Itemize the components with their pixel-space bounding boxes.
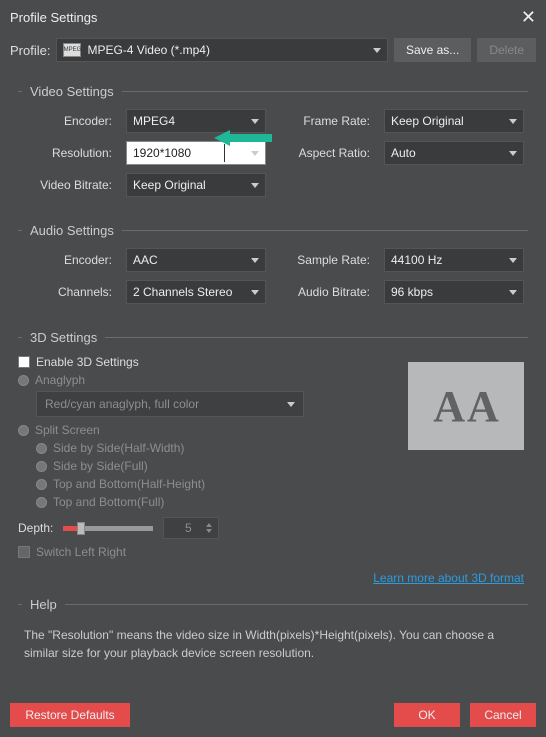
resolution-input[interactable]: 1920*1080 [126, 141, 266, 165]
chevron-down-icon [509, 151, 517, 156]
profile-select[interactable]: MPEG MPEG-4 Video (*.mp4) [56, 38, 387, 62]
audio-encoder-label: Encoder: [18, 253, 112, 267]
chevron-down-icon [251, 119, 259, 124]
depth-slider [63, 526, 153, 531]
chevron-down-icon [287, 402, 295, 407]
frame-rate-select[interactable]: Keep Original [384, 109, 524, 133]
sample-rate-select[interactable]: 44100 Hz [384, 248, 524, 272]
sbs-full-radio: Side by Side(Full) [36, 459, 528, 473]
chevron-down-icon [373, 48, 381, 53]
learn-more-link[interactable]: Learn more about 3D format [373, 571, 524, 585]
format-icon: MPEG [63, 43, 81, 57]
video-bitrate-label: Video Bitrate: [18, 178, 112, 192]
window-title: Profile Settings [10, 10, 97, 25]
resolution-label: Resolution: [18, 146, 112, 160]
cancel-button[interactable]: Cancel [470, 703, 536, 727]
chevron-down-icon [509, 290, 517, 295]
help-text: The "Resolution" means the video size in… [18, 622, 528, 666]
channels-label: Channels: [18, 285, 112, 299]
video-encoder-label: Encoder: [18, 114, 112, 128]
aspect-ratio-select[interactable]: Auto [384, 141, 524, 165]
video-encoder-select[interactable]: MPEG4 [126, 109, 266, 133]
audio-bitrate-select[interactable]: 96 kbps [384, 280, 524, 304]
tb-half-radio: Top and Bottom(Half-Height) [36, 477, 528, 491]
3d-section-header: 3D Settings [18, 330, 528, 345]
save-as-button[interactable]: Save as... [394, 38, 471, 62]
chevron-down-icon [509, 258, 517, 263]
video-bitrate-select[interactable]: Keep Original [126, 173, 266, 197]
audio-encoder-select[interactable]: AAC [126, 248, 266, 272]
help-section-header: Help [18, 597, 528, 612]
chevron-down-icon [251, 151, 259, 156]
audio-bitrate-label: Audio Bitrate: [280, 285, 370, 299]
audio-section-header: Audio Settings [18, 223, 528, 238]
depth-label: Depth: [18, 521, 53, 535]
frame-rate-label: Frame Rate: [280, 114, 370, 128]
chevron-down-icon [251, 258, 259, 263]
restore-defaults-button[interactable]: Restore Defaults [10, 703, 130, 727]
profile-label: Profile: [10, 43, 50, 58]
ok-button[interactable]: OK [394, 703, 460, 727]
video-section-header: Video Settings [18, 84, 528, 99]
channels-select[interactable]: 2 Channels Stereo [126, 280, 266, 304]
profile-value: MPEG-4 Video (*.mp4) [87, 43, 366, 57]
3d-preview: AA [408, 362, 524, 450]
anaglyph-mode-select: Red/cyan anaglyph, full color [36, 391, 304, 417]
chevron-down-icon [251, 183, 259, 188]
delete-button: Delete [477, 38, 536, 62]
close-icon[interactable]: ✕ [521, 8, 536, 26]
tb-full-radio: Top and Bottom(Full) [36, 495, 528, 509]
chevron-down-icon [509, 119, 517, 124]
chevron-down-icon [251, 290, 259, 295]
sample-rate-label: Sample Rate: [280, 253, 370, 267]
aspect-ratio-label: Aspect Ratio: [280, 146, 370, 160]
text-cursor [224, 144, 225, 162]
depth-spinner: 5 [163, 517, 219, 539]
switch-lr-checkbox: Switch Left Right [18, 545, 528, 559]
